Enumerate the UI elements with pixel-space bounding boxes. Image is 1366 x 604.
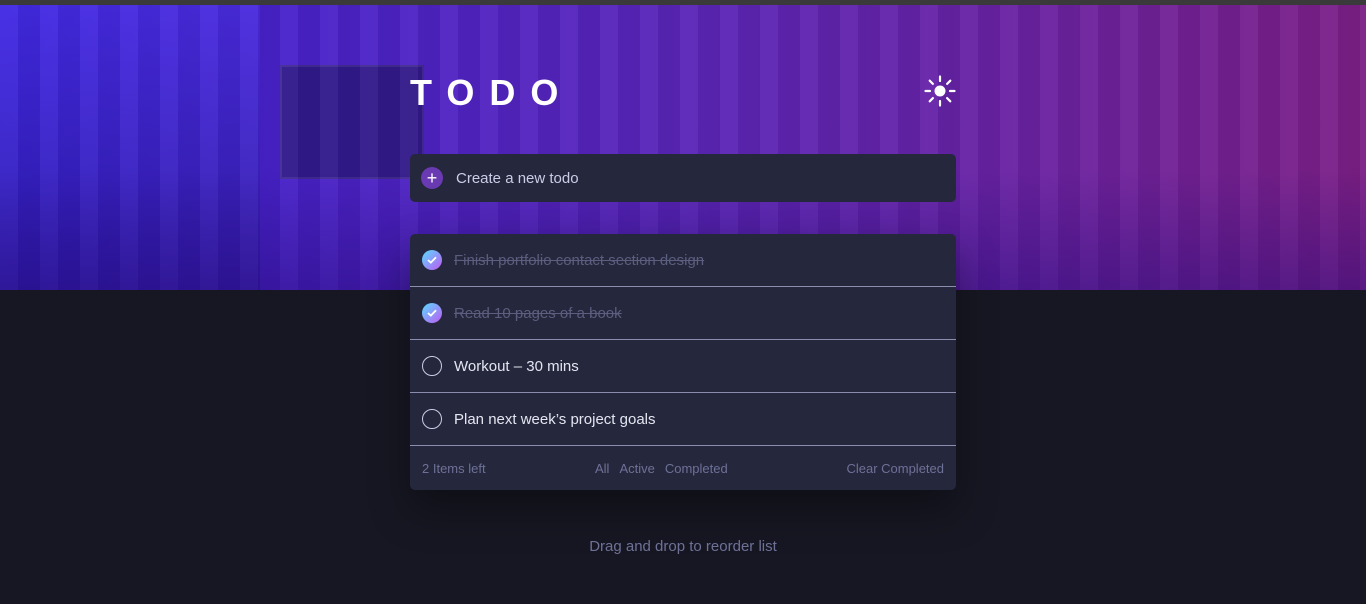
todo-item[interactable]: Workout – 30 mins	[410, 340, 956, 393]
plus-icon[interactable]: +	[421, 167, 443, 189]
filter-all[interactable]: All	[595, 461, 609, 476]
todo-text: Finish portfolio contact section design	[454, 251, 705, 269]
filter-active[interactable]: Active	[619, 461, 654, 476]
todo-text: Plan next week’s project goals	[454, 410, 656, 428]
todo-text: Workout – 30 mins	[454, 357, 579, 375]
new-todo-panel: +	[410, 154, 956, 202]
items-left-count: 2 Items left	[422, 460, 486, 476]
list-footer: 2 Items left All Active Completed Clear …	[410, 446, 956, 490]
todo-list: Finish portfolio contact section design …	[410, 234, 956, 490]
filter-group: All Active Completed	[595, 461, 728, 476]
todo-item[interactable]: Finish portfolio contact section design	[410, 234, 956, 287]
completed-check-icon[interactable]	[422, 303, 442, 323]
app-title: TODO	[410, 72, 574, 113]
new-todo-input[interactable]	[454, 168, 938, 188]
todo-text: Read 10 pages of a book	[454, 304, 622, 322]
clear-completed-button[interactable]: Clear Completed	[846, 461, 944, 476]
theme-toggle-button[interactable]	[922, 73, 958, 109]
unchecked-circle-icon[interactable]	[422, 356, 442, 376]
completed-check-icon[interactable]	[422, 250, 442, 270]
todo-item[interactable]: Plan next week’s project goals	[410, 393, 956, 446]
reorder-hint: Drag and drop to reorder list	[589, 538, 777, 555]
unchecked-circle-icon[interactable]	[422, 409, 442, 429]
todo-item[interactable]: Read 10 pages of a book	[410, 287, 956, 340]
sun-icon	[924, 75, 956, 107]
filter-completed[interactable]: Completed	[665, 461, 728, 476]
